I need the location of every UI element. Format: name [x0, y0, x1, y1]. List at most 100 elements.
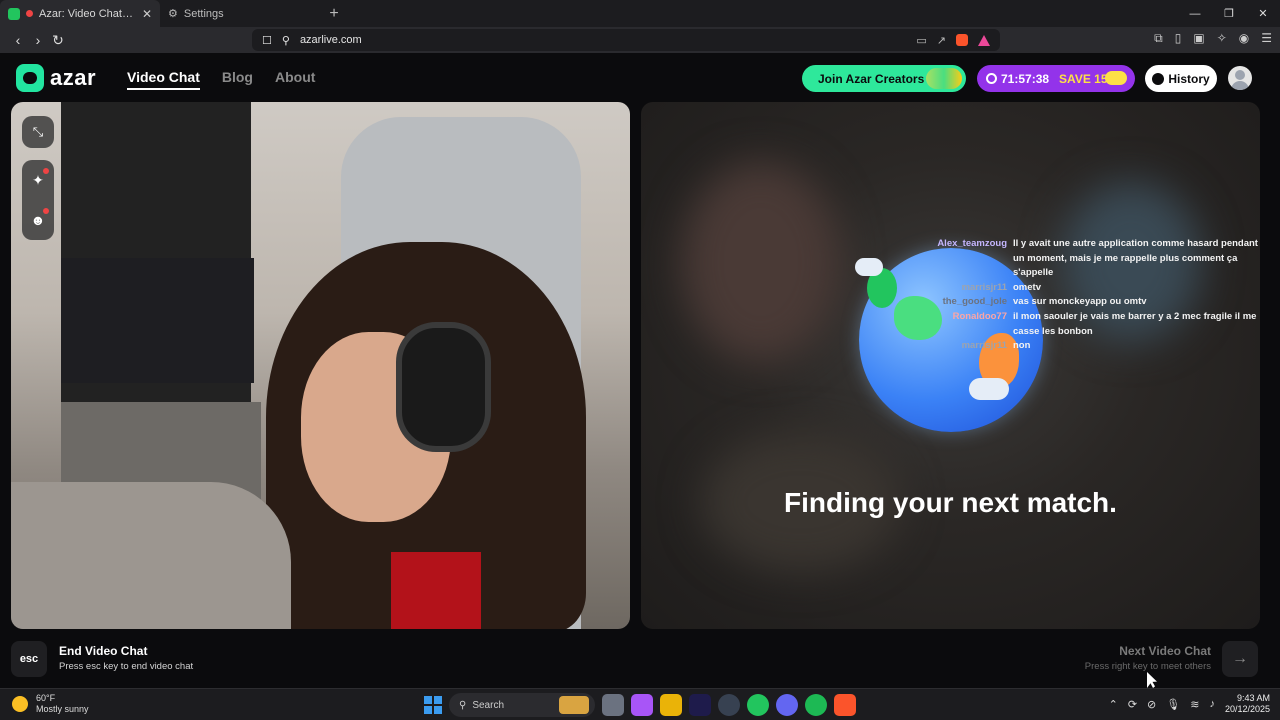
taskbar-search[interactable]: ⚲ Search [449, 693, 595, 717]
face-icon: ☻ [30, 212, 46, 228]
globe-cloud [855, 258, 883, 276]
creators-label: Join Azar Creators [818, 71, 925, 86]
chevron-up-icon[interactable]: ⌃ [1109, 698, 1118, 711]
end-chat-title: End Video Chat [59, 644, 148, 658]
history-button[interactable]: History [1145, 65, 1217, 92]
tab-azar[interactable]: Azar: Video Chat with New People ✕ [0, 0, 160, 27]
chrome-icon[interactable] [747, 694, 769, 716]
site-info-icon[interactable]: ⚲ [282, 34, 290, 47]
weather-status: Mostly sunny [36, 704, 89, 714]
gems-icon [1105, 71, 1127, 85]
wallet-icon[interactable]: ▣ [1193, 31, 1204, 46]
minimize-icon[interactable]: — [1178, 0, 1212, 27]
network-off-icon[interactable]: ⊘ [1147, 698, 1156, 711]
nav-blog[interactable]: Blog [222, 69, 253, 90]
chat-message: Ronaldoo77 il mon saouler je vais me bar… [889, 310, 1269, 339]
end-chat-hint: Press esc key to end video chat [59, 661, 194, 672]
avatar[interactable] [1228, 66, 1252, 90]
chat-text: il mon saouler je vais me barrer y a 2 m… [1013, 310, 1257, 337]
mask-button[interactable]: ☻ [22, 200, 54, 240]
sidebar-icon[interactable]: ▯ [1175, 31, 1182, 46]
chat-text: Il y avait une autre application comme h… [1013, 238, 1258, 279]
site-nav: Video Chat Blog About [127, 69, 315, 90]
spotify-icon[interactable] [805, 694, 827, 716]
azar-page: azar Video Chat Blog About Join Azar Cre… [0, 53, 1280, 688]
windows-taskbar: 60°F Mostly sunny ⚲ Search ⌃ ⟳ ⊘ 🎙 ≋ ♪ 9… [0, 688, 1280, 720]
system-tray: ⌃ ⟳ ⊘ 🎙 ≋ ♪ 9:43 AM 20/12/2025 [1109, 693, 1270, 715]
windows-start-icon[interactable] [424, 696, 442, 714]
volume-icon[interactable]: ♪ [1209, 698, 1215, 710]
sun-icon [12, 696, 28, 712]
taskbar-apps: ⚲ Search [424, 693, 856, 717]
tab-title: Azar: Video Chat with New People [39, 7, 136, 20]
search-highlight-icon [559, 696, 589, 714]
forward-icon[interactable]: › [28, 32, 48, 48]
blur-shape [681, 162, 841, 362]
arrow-right-icon: → [1232, 650, 1248, 667]
background-tv [61, 258, 254, 383]
finding-match-text: Finding your next match. [784, 487, 1117, 518]
nav-video-chat[interactable]: Video Chat [127, 69, 200, 90]
history-label: History [1168, 71, 1210, 86]
recording-icon [26, 10, 33, 17]
restore-icon[interactable]: ❐ [1212, 0, 1246, 27]
minimize-video-icon[interactable]: ⤡ [22, 116, 54, 148]
chat-message: Alex_teamzoug Il y avait une autre appli… [889, 237, 1269, 281]
chat-username: marrisjr11 [961, 281, 1007, 293]
chat-username: the_good_jole [942, 296, 1007, 308]
wifi-icon[interactable]: ≋ [1190, 698, 1199, 711]
vpn-icon[interactable]: ◉ [1239, 31, 1249, 46]
promo-button[interactable]: 71:57:38 SAVE 15% [977, 65, 1135, 92]
creators-badge-icon [926, 68, 962, 89]
browser-nav-bar: ‹ › ↻ ☐ ⚲ azarlive.com ▭ ↗ ⧉ ▯ ▣ ✧ ◉ ☰ [0, 27, 1280, 53]
azar-logo[interactable]: azar [16, 64, 96, 92]
premiere-icon[interactable] [689, 694, 711, 716]
taskbar-clock[interactable]: 9:43 AM 20/12/2025 [1225, 693, 1270, 715]
back-icon[interactable]: ‹ [8, 32, 28, 48]
weather-widget[interactable]: 60°F Mostly sunny [12, 693, 89, 715]
next-chat-button[interactable]: → [1222, 641, 1258, 677]
microphone-icon[interactable]: 🎙 [1166, 698, 1180, 711]
screenshot-icon[interactable]: ⧉ [1154, 31, 1163, 46]
temperature: 60°F [36, 693, 56, 703]
bookmark-icon[interactable]: ☐ [262, 34, 272, 47]
notification-dot [43, 168, 49, 174]
promo-timer: 71:57:38 [1001, 71, 1050, 86]
chat-message: the_good_jole vas sur monckeyapp ou omtv [889, 295, 1269, 310]
new-tab-button[interactable]: + [320, 5, 348, 23]
end-chat-button[interactable]: esc [11, 641, 47, 677]
gear-icon: ⚙ [168, 8, 178, 20]
effects-toolbar: ✦ ☻ [22, 160, 54, 240]
obs-icon[interactable] [718, 694, 740, 716]
chat-message: marrisjr11 ometv [889, 281, 1269, 296]
brave-rewards-icon[interactable] [978, 34, 990, 46]
effects-button[interactable]: ✦ [22, 160, 54, 200]
widgets-icon[interactable] [631, 694, 653, 716]
search-icon: ⚲ [459, 699, 467, 711]
menu-icon[interactable]: ☰ [1261, 31, 1272, 46]
discord-icon[interactable] [776, 694, 798, 716]
tab-settings[interactable]: ⚙ Settings [160, 0, 320, 27]
url-text: azarlive.com [299, 34, 362, 46]
chat-username: Ronaldoo77 [952, 310, 1007, 322]
brave-icon[interactable] [834, 694, 856, 716]
nav-about[interactable]: About [275, 69, 315, 90]
person-shirt [391, 552, 481, 629]
task-view-icon[interactable] [602, 694, 624, 716]
cast-icon[interactable]: ▭ [916, 34, 926, 47]
leo-ai-icon[interactable]: ✧ [1217, 31, 1227, 46]
file-explorer-icon[interactable] [660, 694, 682, 716]
join-creators-button[interactable]: Join Azar Creators [802, 65, 966, 92]
address-bar[interactable]: ☐ ⚲ azarlive.com ▭ ↗ [252, 29, 1000, 51]
search-label: Search [472, 699, 505, 711]
brave-shields-icon[interactable] [956, 34, 968, 46]
close-window-icon[interactable]: ✕ [1246, 0, 1280, 27]
close-icon[interactable]: ✕ [142, 7, 152, 21]
azar-favicon-icon [8, 7, 20, 20]
history-icon [1152, 72, 1165, 85]
sync-icon[interactable]: ⟳ [1128, 698, 1137, 711]
share-icon[interactable]: ↗ [937, 34, 946, 47]
reload-icon[interactable]: ↻ [48, 32, 68, 49]
chat-username: Alex_teamzoug [937, 238, 1007, 249]
blanket [11, 482, 291, 629]
